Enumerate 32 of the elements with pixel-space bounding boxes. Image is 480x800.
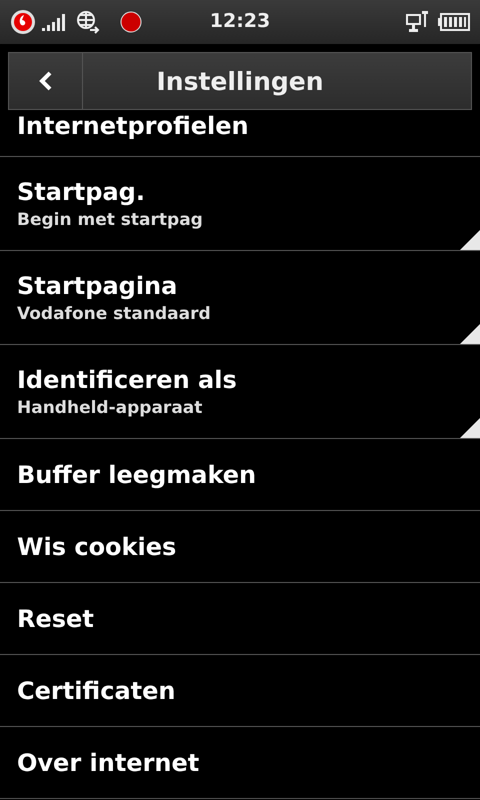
operator-logo-icon <box>10 9 36 35</box>
settings-item[interactable]: Over internet <box>0 727 480 799</box>
item-label: Internetprofielen <box>17 112 249 140</box>
settings-item[interactable]: Internetprofielen <box>0 110 480 157</box>
battery-icon <box>438 13 470 31</box>
item-value: Handheld-apparaat <box>17 398 202 418</box>
item-label: Startpagina <box>17 272 178 300</box>
corner-triangle-icon <box>460 324 480 344</box>
settings-item[interactable]: Reset <box>0 583 480 655</box>
record-icon <box>120 11 142 33</box>
item-label: Startpag. <box>17 178 145 206</box>
globe-icon <box>76 10 100 34</box>
corner-triangle-icon <box>460 418 480 438</box>
item-label: Identificeren als <box>17 366 237 394</box>
item-label: Wis cookies <box>17 532 176 560</box>
settings-item[interactable]: Buffer leegmaken <box>0 439 480 511</box>
item-value: Begin met startpag <box>17 210 203 230</box>
screen-title: Instellingen <box>156 66 324 96</box>
item-label: Over internet <box>17 748 200 776</box>
settings-item[interactable]: Identificeren als Handheld-apparaat <box>0 345 480 439</box>
item-label: Buffer leegmaken <box>17 460 256 488</box>
settings-item[interactable]: Startpagina Vodafone standaard <box>0 251 480 345</box>
item-label: Certificaten <box>17 676 176 704</box>
settings-item[interactable]: Startpag. Begin met startpag <box>0 157 480 251</box>
item-value: Vodafone standaard <box>17 304 211 324</box>
clock: 12:23 <box>210 10 270 32</box>
item-label: Reset <box>17 604 94 632</box>
corner-triangle-icon <box>460 230 480 250</box>
usb-computer-icon <box>406 11 430 33</box>
back-icon <box>38 70 54 92</box>
settings-item[interactable]: Wis cookies <box>0 511 480 583</box>
settings-item[interactable]: Certificaten <box>0 655 480 727</box>
